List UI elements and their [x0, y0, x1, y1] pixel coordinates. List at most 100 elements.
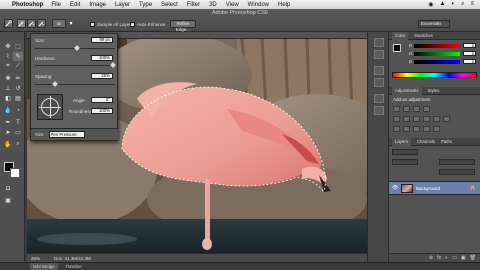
adjustment-layer-icon[interactable]: ◐	[445, 255, 448, 261]
tab-styles[interactable]: Styles	[428, 88, 440, 93]
tab-mini-bridge[interactable]: Mini Bridge	[30, 263, 58, 270]
brush-picker-chevron[interactable]: ▾	[68, 19, 74, 28]
new-layer-icon[interactable]: ▣	[461, 255, 466, 261]
size-slider[interactable]	[35, 45, 115, 51]
eraser-tool[interactable]: ◧	[3, 94, 13, 103]
refine-edge-button[interactable]: Refine Edge...	[170, 20, 196, 32]
sample-all-layers-option[interactable]: Sample All Layers	[90, 20, 133, 29]
healing-brush-tool[interactable]: ✚	[3, 74, 13, 83]
menu-3d[interactable]: 3D	[209, 2, 217, 8]
angle-field[interactable]: 0°	[91, 97, 113, 103]
g-slider[interactable]	[414, 52, 460, 56]
hardness-slider[interactable]	[35, 62, 116, 68]
status-icon-2[interactable]: ▲	[440, 1, 446, 8]
photo-filter-icon[interactable]	[433, 116, 440, 122]
tab-timeline[interactable]: Timeline	[66, 264, 82, 269]
selective-color-icon[interactable]	[433, 126, 440, 132]
menu-select[interactable]: Select	[161, 2, 178, 8]
menu-filter[interactable]: Filter	[187, 2, 200, 8]
subtract-from-selection-button[interactable]	[37, 19, 46, 28]
auto-enhance-option[interactable]: Auto-Enhance	[130, 20, 166, 29]
hand-tool[interactable]: ✋	[3, 140, 13, 149]
status-icon-1[interactable]: ◉	[428, 1, 433, 8]
roundness-field[interactable]: 100%	[91, 108, 113, 114]
shape-tool[interactable]: ▭	[13, 128, 23, 137]
type-tool[interactable]: T	[13, 118, 23, 127]
quick-selection-tool[interactable]: ✎	[13, 52, 23, 61]
character-panel-icon[interactable]	[374, 94, 384, 103]
gradient-tool[interactable]: ▤	[13, 94, 23, 103]
levels-icon[interactable]	[403, 106, 410, 112]
angle-roundness-widget[interactable]	[37, 94, 63, 120]
workspace-switcher[interactable]: Essentials	[418, 20, 450, 28]
size-slider-knob[interactable]	[74, 45, 80, 51]
g-value[interactable]: 0	[463, 51, 476, 56]
menu-file[interactable]: File	[51, 2, 61, 8]
b-slider[interactable]	[414, 60, 460, 64]
black-white-icon[interactable]	[423, 116, 430, 122]
layer-style-icon[interactable]: fx	[437, 255, 441, 261]
tool-preset-picker[interactable]	[4, 19, 13, 28]
brush-tool[interactable]: ✏	[13, 74, 23, 83]
menu-help[interactable]: Help	[278, 2, 290, 8]
tab-color[interactable]: Color	[392, 31, 409, 40]
invert-icon[interactable]	[393, 126, 400, 132]
marquee-tool[interactable]: ⬚	[13, 42, 23, 51]
auto-enhance-checkbox[interactable]	[130, 22, 135, 27]
color-balance-icon[interactable]	[413, 116, 420, 122]
properties-panel-icon[interactable]	[374, 50, 384, 59]
menu-window[interactable]: Window	[248, 2, 269, 8]
list-icon[interactable]: ≡	[470, 1, 474, 8]
move-tool[interactable]: ✥	[3, 42, 13, 51]
layer-mask-icon[interactable]: ▭	[452, 255, 457, 261]
zoom-level[interactable]: 25%	[31, 256, 40, 261]
r-slider[interactable]	[414, 44, 460, 48]
tab-swatches[interactable]: Swatches	[414, 33, 433, 38]
crop-tool[interactable]: ⌗	[3, 62, 13, 71]
hardness-field[interactable]: 100%	[91, 55, 113, 61]
volume-icon[interactable]: ◐	[451, 1, 455, 8]
path-selection-tool[interactable]: ➤	[3, 128, 13, 137]
threshold-icon[interactable]	[413, 126, 420, 132]
paragraph-panel-icon[interactable]	[374, 106, 384, 115]
clone-stamp-tool[interactable]: ⊥	[3, 84, 13, 93]
brush-panel-icon[interactable]	[374, 66, 384, 75]
menu-edit[interactable]: Edit	[70, 2, 80, 8]
fg-color-chip[interactable]	[393, 44, 401, 52]
fill-field[interactable]	[439, 169, 475, 175]
menu-view[interactable]: View	[226, 2, 239, 8]
quick-mask-button[interactable]: ◘	[3, 184, 13, 193]
eyedropper-tool[interactable]: ⟋	[13, 62, 23, 71]
dodge-tool[interactable]: ◔	[13, 106, 23, 115]
add-to-selection-button[interactable]	[27, 19, 36, 28]
pen-tool[interactable]: ✒	[3, 118, 13, 127]
blend-mode-select[interactable]	[392, 159, 418, 165]
sample-all-layers-checkbox[interactable]	[90, 22, 95, 27]
tab-paths[interactable]: Paths	[441, 139, 452, 144]
spacing-slider-knob[interactable]	[52, 81, 58, 87]
exposure-icon[interactable]	[423, 106, 430, 112]
color-spectrum-bar[interactable]	[392, 72, 477, 78]
history-panel-icon[interactable]	[374, 38, 384, 47]
spacing-field[interactable]: 25%	[91, 73, 113, 79]
gradient-map-icon[interactable]	[423, 126, 430, 132]
spacing-slider[interactable]	[35, 81, 115, 87]
visibility-eye-icon[interactable]: 👁	[392, 185, 398, 191]
hue-saturation-icon[interactable]	[403, 116, 410, 122]
tab-layers[interactable]: Layers	[392, 137, 411, 146]
opacity-field[interactable]	[439, 159, 475, 165]
vibrance-icon[interactable]	[393, 116, 400, 122]
layer-background[interactable]: 👁 Background 🔒	[389, 181, 480, 195]
menu-type[interactable]: Type	[139, 2, 152, 8]
r-value[interactable]: 0	[463, 43, 476, 48]
tab-channels[interactable]: Channels	[417, 139, 435, 144]
lasso-tool[interactable]: ⌇	[3, 52, 13, 61]
background-color-swatch[interactable]	[10, 168, 20, 178]
doc-size[interactable]: Doc: 41.3M/41.3M	[54, 256, 91, 261]
posterize-icon[interactable]	[403, 126, 410, 132]
layer-filter-select[interactable]	[392, 149, 418, 155]
spotlight-icon[interactable]: ⌕	[461, 1, 464, 8]
link-layers-icon[interactable]: ⊕	[429, 255, 433, 261]
channel-mixer-icon[interactable]	[443, 116, 450, 122]
tab-adjustments[interactable]: Adjustments	[392, 86, 422, 95]
